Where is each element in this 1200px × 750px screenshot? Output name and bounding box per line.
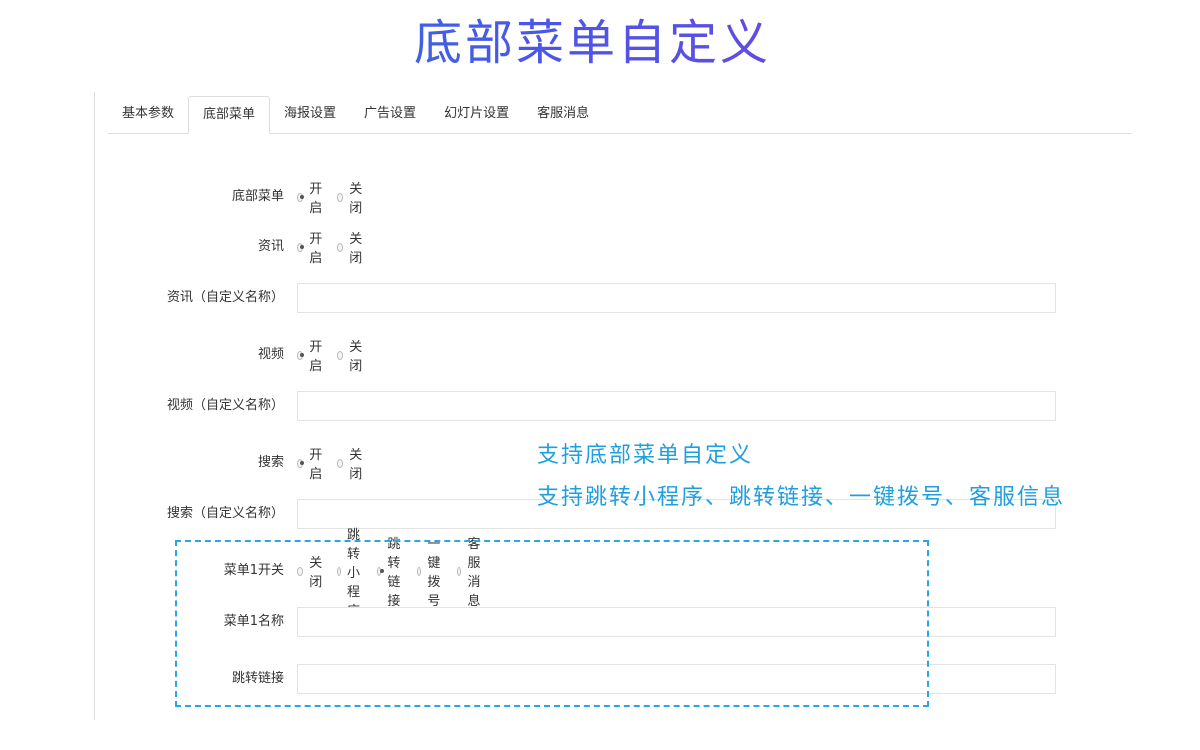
radio-unchecked-icon xyxy=(337,458,344,468)
radio-unchecked-icon xyxy=(337,350,344,360)
radio-bottom-menu-off[interactable]: 关闭 xyxy=(337,178,365,216)
label-search: 搜索 xyxy=(257,455,284,470)
tab-slideshow-settings[interactable]: 幻灯片设置 xyxy=(430,96,523,132)
tab-bottom-menu[interactable]: 底部菜单 xyxy=(188,96,271,134)
radio-group-news: 开启 关闭 xyxy=(297,232,377,266)
page-title: 底部菜单自定义 xyxy=(0,12,1185,74)
label-search-name: 搜索（自定义名称） xyxy=(166,506,284,521)
radio-news-off[interactable]: 关闭 xyxy=(337,228,365,266)
video-name-input[interactable] xyxy=(297,391,1056,421)
label-video: 视频 xyxy=(257,347,284,362)
tab-ad-settings[interactable]: 广告设置 xyxy=(350,96,430,132)
highlight-dashed-box xyxy=(175,540,929,707)
tab-customer-service[interactable]: 客服消息 xyxy=(523,96,603,132)
label-bottom-menu: 底部菜单 xyxy=(231,189,284,204)
radio-search-off[interactable]: 关闭 xyxy=(337,444,365,482)
label-video-name: 视频（自定义名称） xyxy=(166,398,284,413)
radio-news-on[interactable]: 开启 xyxy=(297,228,325,266)
radio-group-bottom-menu: 开启 关闭 xyxy=(297,182,377,216)
radio-unchecked-icon xyxy=(337,242,344,252)
radio-search-on[interactable]: 开启 xyxy=(297,444,325,482)
tab-bar: 基本参数 底部菜单 海报设置 广告设置 幻灯片设置 客服消息 xyxy=(108,96,1131,134)
radio-video-on[interactable]: 开启 xyxy=(297,336,325,374)
label-news: 资讯 xyxy=(257,239,284,254)
radio-checked-icon xyxy=(297,192,304,202)
tab-basic-params[interactable]: 基本参数 xyxy=(108,96,188,132)
radio-group-search: 开启 关闭 xyxy=(297,448,377,482)
radio-checked-icon xyxy=(297,242,304,252)
radio-bottom-menu-on[interactable]: 开启 xyxy=(297,178,325,216)
radio-checked-icon xyxy=(297,350,304,360)
annotation-line-1: 支持底部菜单自定义 xyxy=(537,443,754,468)
label-news-name: 资讯（自定义名称） xyxy=(166,290,284,305)
radio-unchecked-icon xyxy=(337,192,344,202)
annotation-line-2: 支持跳转小程序、跳转链接、一键拨号、客服信息 xyxy=(537,485,1066,510)
radio-video-off[interactable]: 关闭 xyxy=(337,336,365,374)
news-name-input[interactable] xyxy=(297,283,1056,313)
radio-checked-icon xyxy=(297,458,304,468)
radio-group-video: 开启 关闭 xyxy=(297,340,377,374)
tab-poster-settings[interactable]: 海报设置 xyxy=(270,96,350,132)
